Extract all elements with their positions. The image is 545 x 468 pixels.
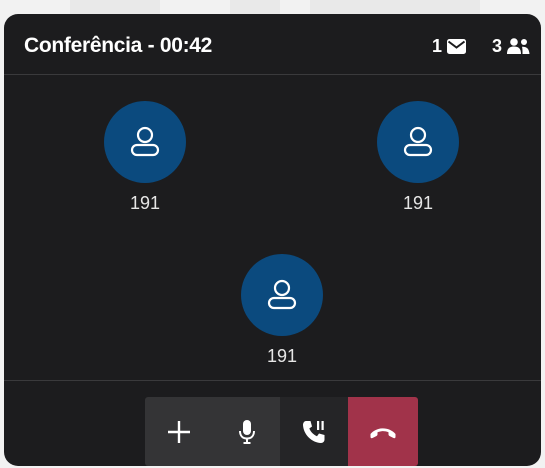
- hold-call-button[interactable]: [280, 397, 348, 466]
- participants-counter[interactable]: 3: [492, 36, 531, 57]
- participant-tile[interactable]: 191: [222, 254, 342, 367]
- user-icon: [403, 126, 433, 157]
- microphone-button[interactable]: [213, 397, 280, 466]
- avatar: [104, 101, 186, 183]
- users-icon: [507, 38, 530, 54]
- participant-tile[interactable]: 191: [358, 101, 478, 214]
- call-controls: [145, 397, 418, 466]
- messages-counter[interactable]: 1: [432, 36, 467, 57]
- phone-pause-icon: [303, 420, 325, 443]
- participants-count: 3: [492, 36, 503, 56]
- user-icon: [130, 126, 160, 157]
- avatar: [241, 254, 323, 336]
- messages-count: 1: [432, 36, 443, 56]
- call-title: Conferência - 00:42: [24, 34, 213, 57]
- participant-name: 191: [402, 193, 434, 213]
- participant-tile[interactable]: 191: [85, 101, 205, 214]
- call-header: Conferência - 00:42 1 3: [4, 14, 541, 75]
- add-participant-button[interactable]: [145, 397, 213, 466]
- phone-hangup-icon: [370, 427, 396, 438]
- call-window: Conferência - 00:42 1 3 191 191 191: [4, 14, 541, 466]
- participant-name: 191: [266, 346, 298, 366]
- microphone-icon: [238, 419, 255, 444]
- envelope-icon: [447, 39, 467, 54]
- footer-divider: [4, 380, 541, 381]
- participant-name: 191: [129, 193, 161, 213]
- plus-icon: [168, 420, 190, 443]
- avatar: [377, 101, 459, 183]
- hang-up-button[interactable]: [348, 397, 418, 466]
- user-icon: [267, 279, 297, 310]
